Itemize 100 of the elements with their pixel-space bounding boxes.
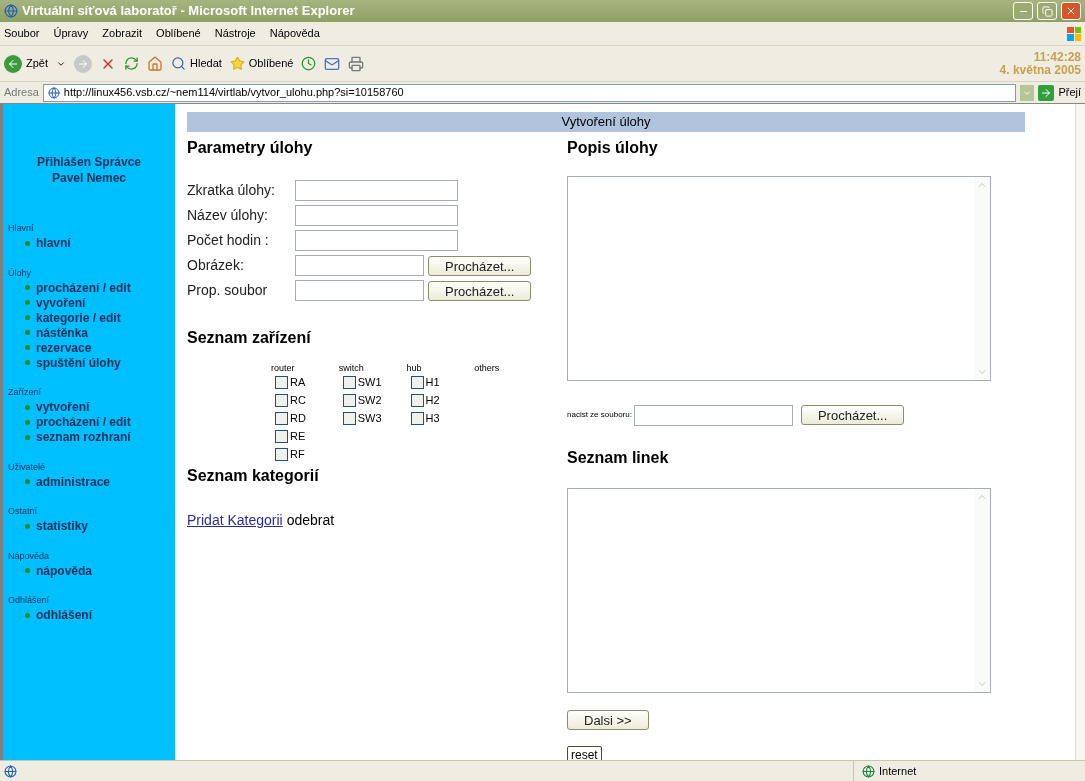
home-icon[interactable] — [147, 55, 163, 72]
section-heading: Zařízení — [7, 386, 42, 399]
add-category-link[interactable]: Pridat Kategorii — [187, 509, 283, 531]
bullet-icon — [25, 523, 30, 529]
section-title: Parametry úlohy — [187, 137, 314, 158]
next-button[interactable]: Dalsi >> — [567, 709, 649, 730]
bullet-icon — [25, 434, 30, 440]
clock-time: 11:42:28 — [1033, 50, 1081, 64]
clock-date: 4. května 2005 — [999, 63, 1081, 77]
menu-item[interactable]: Oblíbené — [156, 25, 201, 42]
menu-item[interactable]: Zobrazit — [102, 25, 143, 42]
browse-button[interactable]: Procházet... — [428, 280, 532, 301]
browse-button[interactable]: Procházet... — [800, 405, 905, 425]
menu-item[interactable]: Úpravy — [53, 25, 89, 42]
checkbox-label: SW1 — [357, 375, 382, 391]
bullet-icon — [25, 404, 30, 410]
checkbox-label: RD — [290, 411, 306, 427]
sidebar-link[interactable]: odhlášení — [36, 606, 92, 624]
file-path-field[interactable] — [633, 404, 793, 426]
mail-icon[interactable] — [324, 55, 341, 72]
field-label: Název úlohy: — [187, 206, 269, 225]
bullet-icon — [25, 419, 30, 425]
checkbox[interactable] — [275, 376, 288, 389]
go-button[interactable]: Přejí — [1038, 84, 1081, 101]
text-field[interactable] — [295, 205, 458, 226]
favorites-button[interactable]: Oblíbené — [229, 55, 294, 72]
page-scrollbar[interactable] — [1075, 104, 1085, 760]
bullet-icon — [25, 345, 30, 350]
bullet-icon — [25, 612, 30, 618]
checkbox[interactable] — [342, 394, 356, 407]
checkbox-label: SW2 — [357, 393, 382, 409]
section-title: Seznam zařízení — [187, 327, 312, 348]
sidebar-link[interactable]: procházení / edit — [36, 278, 131, 297]
menu-item[interactable]: Nápověda — [269, 25, 320, 42]
windows-logo-icon — [1067, 26, 1081, 41]
user-role: Přihlášen Správce — [35, 154, 143, 170]
section-heading: Uživatelé — [7, 460, 46, 474]
remove-label: odebrat — [286, 510, 335, 530]
history-icon[interactable] — [301, 56, 317, 71]
column-heading: switch — [338, 361, 365, 374]
close-button[interactable] — [1061, 2, 1081, 20]
section-heading: Úlohy — [7, 266, 32, 280]
address-field[interactable]: http://linux456.vsb.cz/~nem114/virtlab/vytvor_ulohu.php?si=10158760 — [42, 83, 1017, 102]
checkbox[interactable] — [342, 376, 356, 389]
bullet-icon — [25, 315, 30, 320]
load-file-label: nacist ze souboru: — [567, 409, 632, 421]
checkbox-label: H1 — [425, 375, 440, 391]
forward-icon[interactable] — [74, 54, 92, 73]
close-icon — [1065, 5, 1077, 17]
browse-button[interactable]: Procházet... — [428, 255, 532, 276]
column-heading: hub — [406, 361, 423, 374]
ie-icon — [4, 4, 18, 18]
checkbox[interactable] — [410, 412, 424, 425]
bullet-icon — [25, 240, 30, 246]
restore-button[interactable] — [1037, 2, 1057, 20]
checkbox-label: RF — [290, 447, 305, 463]
section-heading: Nápověda — [7, 549, 51, 563]
text-field[interactable] — [295, 180, 458, 201]
print-icon[interactable] — [348, 55, 365, 72]
sidebar-link[interactable]: hlavní — [36, 234, 71, 252]
field-label: Počet hodin : — [187, 231, 270, 250]
menu-item[interactable]: Soubor — [4, 25, 40, 42]
address-label: Adresa — [4, 85, 39, 101]
section-title: Popis úlohy — [567, 137, 659, 158]
checkbox-label: RA — [290, 375, 306, 391]
checkbox[interactable] — [410, 394, 424, 407]
back-button[interactable]: Zpět — [4, 54, 48, 73]
bullet-icon — [25, 360, 30, 365]
search-button[interactable]: Hledat — [171, 55, 222, 72]
checkbox[interactable] — [410, 376, 424, 389]
globe-icon — [862, 764, 875, 778]
field-label: Zkratka úlohy: — [187, 181, 276, 200]
checkbox[interactable] — [275, 394, 288, 407]
sidebar-link[interactable]: administrace — [36, 472, 111, 491]
sidebar-link[interactable]: seznam rozhraní — [36, 428, 131, 446]
star-icon — [229, 56, 245, 71]
text-field[interactable] — [295, 230, 458, 251]
checkbox-label: RC — [290, 393, 306, 409]
menu-item[interactable]: Nástroje — [214, 25, 256, 42]
file-path-field[interactable] — [295, 280, 424, 301]
minimize-button[interactable] — [1013, 2, 1033, 20]
search-icon — [171, 56, 186, 71]
sidebar-link[interactable]: vytvoření — [36, 398, 90, 416]
checkbox[interactable] — [342, 412, 356, 425]
section-heading: Ostatní — [7, 505, 38, 518]
file-path-field[interactable] — [295, 255, 424, 276]
checkbox[interactable] — [275, 448, 288, 461]
page-icon — [47, 86, 60, 99]
checkbox-label: H3 — [425, 411, 440, 427]
sidebar-link[interactable]: statistiky — [36, 517, 89, 535]
bullet-icon — [25, 479, 30, 484]
checkbox[interactable] — [275, 430, 288, 443]
column-heading: others — [474, 361, 501, 374]
address-dropdown-button[interactable] — [1020, 84, 1035, 101]
sidebar-link[interactable]: nápověda — [36, 561, 92, 580]
section-heading: Odhlášení — [7, 594, 51, 607]
sidebar-link[interactable]: procházení / edit — [36, 413, 131, 431]
column-heading: router — [271, 361, 296, 374]
checkbox[interactable] — [275, 412, 288, 425]
refresh-icon[interactable] — [124, 56, 139, 71]
